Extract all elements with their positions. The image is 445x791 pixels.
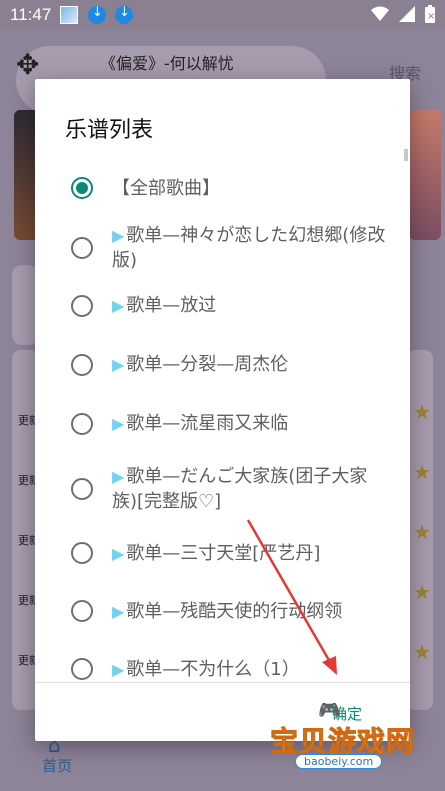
watermark-logo: 🎮 宝贝游戏网 baobeiy.com <box>269 700 420 780</box>
gamepad-icon: 🎮 <box>318 700 341 721</box>
annotation-arrow <box>246 519 337 675</box>
watermark-site: baobeiy.com <box>295 754 383 769</box>
